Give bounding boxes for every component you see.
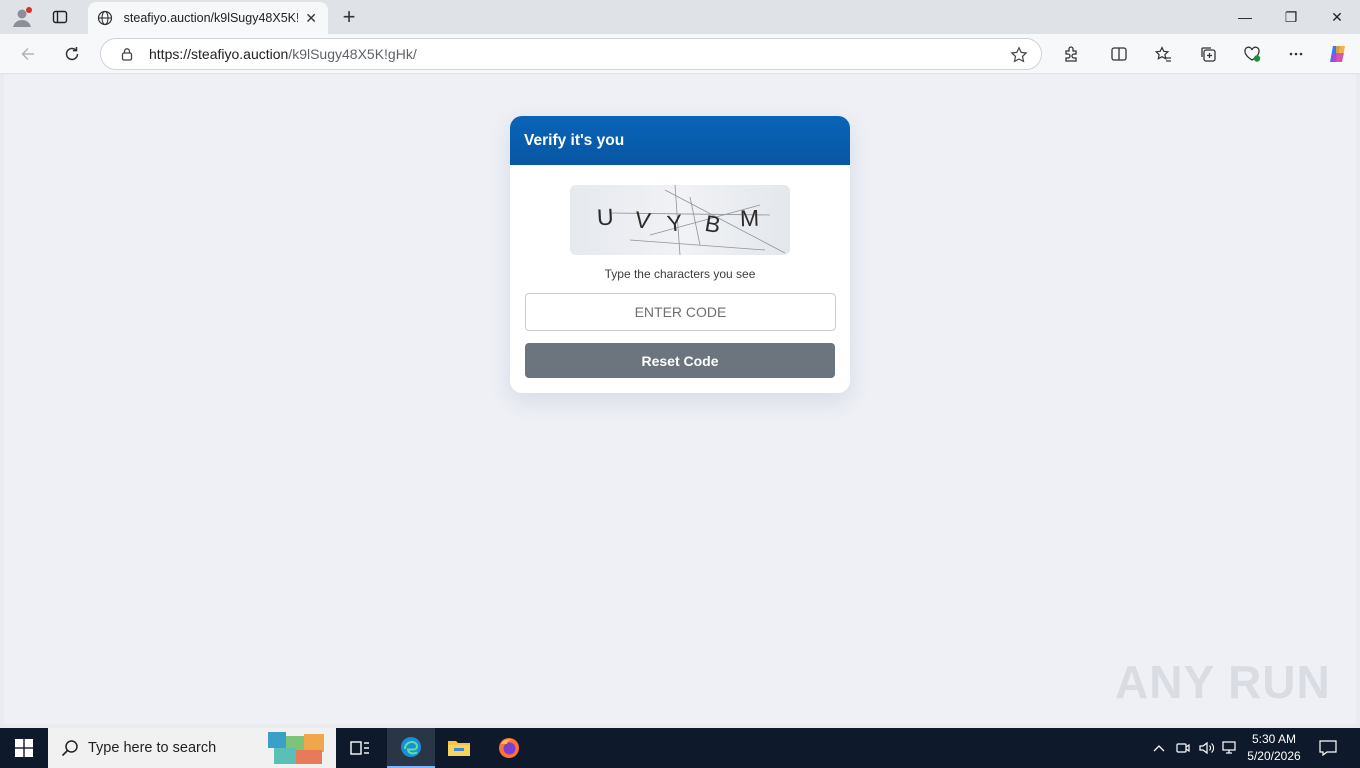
reset-code-button[interactable]: Reset Code — [525, 343, 835, 378]
favorites-icon[interactable] — [1149, 40, 1177, 68]
captcha-char: U — [596, 203, 615, 231]
captcha-char: M — [739, 204, 760, 232]
firefox-icon[interactable] — [485, 728, 533, 768]
card-title: Verify it's you — [524, 131, 625, 149]
profile-icon[interactable] — [8, 4, 36, 30]
file-explorer-icon[interactable] — [435, 728, 483, 768]
more-menu-icon[interactable] — [1282, 40, 1310, 68]
clock-time: 5:30 AM — [1251, 732, 1297, 746]
restore-button[interactable]: ❐ — [1268, 0, 1314, 34]
page-viewport: Verify it's you U V Y B M Type the chara… — [4, 75, 1356, 724]
captcha-image: U V Y B M — [570, 185, 790, 255]
url-path: /k9lSugy48X5K!gHk/ — [288, 46, 417, 62]
tab-strip: steafiyo.auction/k9lSugy48X5K!gH ✕ + — ❐… — [0, 0, 1360, 34]
split-screen-icon[interactable] — [1105, 40, 1133, 68]
captcha-char: Y — [665, 209, 684, 237]
new-tab-button[interactable]: + — [336, 4, 362, 30]
address-bar[interactable]: https://steafiyo.auction/k9lSugy48X5K!gH… — [100, 38, 1042, 70]
copilot-icon[interactable] — [1324, 40, 1352, 68]
close-window-button[interactable]: ✕ — [1314, 0, 1360, 34]
tab-close-icon[interactable]: ✕ — [302, 9, 320, 27]
windows-start-icon[interactable] — [0, 728, 48, 768]
favorite-star-icon[interactable] — [1009, 45, 1029, 65]
tab-actions-icon[interactable] — [46, 4, 74, 30]
card-header: Verify it's you — [510, 116, 850, 165]
show-hidden-icons-icon[interactable] — [1150, 728, 1168, 768]
clock-date: 5/20/2026 — [1247, 749, 1301, 763]
captcha-code-input[interactable] — [525, 293, 836, 331]
taskbar: Type here to search 5:30 AM 5/20/2026 — [0, 728, 1360, 768]
refresh-icon[interactable] — [58, 40, 86, 68]
task-view-icon[interactable] — [336, 728, 384, 768]
taskbar-clock[interactable]: 5:30 AM 5/20/2026 — [1236, 731, 1312, 765]
browser-toolbar: https://steafiyo.auction/k9lSugy48X5K!gH… — [0, 34, 1360, 74]
volume-icon[interactable] — [1197, 728, 1217, 768]
anyrun-watermark: ANY RUN — [1115, 656, 1331, 708]
browser-essentials-icon[interactable] — [1238, 40, 1266, 68]
taskbar-search[interactable]: Type here to search — [48, 728, 336, 768]
back-icon[interactable] — [14, 40, 42, 68]
tab-title: steafiyo.auction/k9lSugy48X5K!gH — [123, 11, 299, 25]
notification-center-icon[interactable] — [1312, 728, 1344, 768]
verification-card: Verify it's you U V Y B M Type the chara… — [510, 116, 850, 393]
extensions-icon[interactable] — [1057, 40, 1085, 68]
minimize-button[interactable]: — — [1222, 0, 1268, 34]
collections-icon[interactable] — [1194, 40, 1222, 68]
search-icon — [60, 738, 80, 758]
meet-now-icon[interactable] — [1174, 728, 1192, 768]
edge-taskbar-icon[interactable] — [387, 728, 435, 768]
captcha-hint: Type the characters you see — [604, 267, 756, 281]
url-host: https://steafiyo.auction — [149, 46, 289, 62]
search-highlight-puzzle-icon — [268, 732, 324, 764]
globe-icon — [96, 9, 114, 27]
search-placeholder: Type here to search — [88, 740, 217, 756]
url-text: https://steafiyo.auction/k9lSugy48X5K!gH… — [149, 46, 417, 62]
browser-tab[interactable]: steafiyo.auction/k9lSugy48X5K!gH ✕ — [88, 2, 328, 34]
site-info-icon[interactable] — [119, 46, 135, 62]
